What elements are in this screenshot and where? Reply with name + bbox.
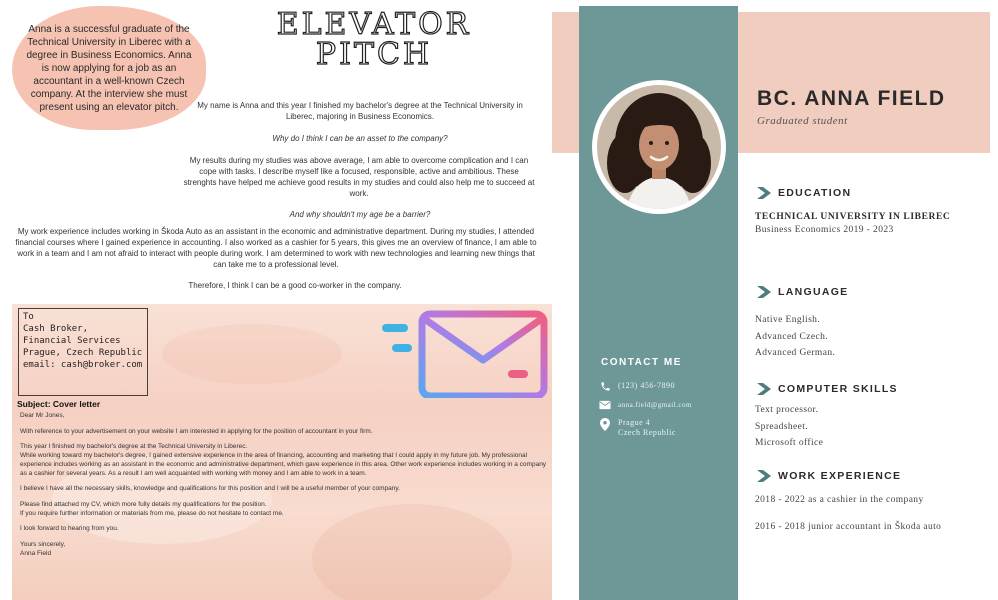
address-recipient: Cash Broker, (23, 324, 89, 334)
skills-list: Text processor. Spreadsheet. Microsoft o… (755, 402, 823, 452)
chevron-right-icon (757, 187, 771, 199)
education-heading-row: EDUCATION (757, 187, 851, 199)
chevron-right-icon (757, 286, 771, 298)
letter-greeting: Dear Mr Jones, (20, 412, 65, 419)
letter-paragraph-2: This year I finished my bachelor's degre… (20, 443, 548, 478)
language-item: Advanced Czech. (755, 331, 828, 342)
envelope-icon (378, 308, 550, 400)
phone-icon (599, 381, 611, 392)
location-pin-icon (599, 418, 611, 431)
contact-heading: CONTACT ME (601, 357, 682, 368)
language-item: Advanced German. (755, 348, 836, 358)
cover-letter-body: Dear Mr Jones, With reference to your ad… (20, 412, 548, 565)
skill-item: Microsoft office (755, 438, 824, 448)
skill-item: Spreadsheet. (755, 421, 809, 432)
contact-address: Prague 4 Czech Republic (618, 418, 676, 438)
pitch-title: ELEVATOR PITCH (262, 7, 486, 72)
contact-phone-row: (123) 456-7890 (599, 381, 675, 392)
intro-text: Anna is a successful graduate of the Tec… (26, 23, 192, 113)
skills-heading-row: COMPUTER SKILLS (757, 383, 898, 395)
letter-paragraph-3: I believe I have all the necessary skill… (20, 485, 400, 493)
cover-letter-section: To Cash Broker, Financial Services Pragu… (12, 304, 552, 600)
letter-closing-block: Yours sincerely, Anna Field (20, 541, 548, 558)
chevron-right-icon (757, 383, 771, 395)
address-city: Prague, Czech Republic (23, 348, 143, 358)
address-email: email: cash@broker.com (23, 360, 143, 370)
contact-address-row: Prague 4 Czech Republic (599, 418, 676, 438)
language-item: Native English. (755, 315, 821, 325)
letter-paragraph-4: Please find attached my CV, which more f… (20, 501, 548, 518)
mail-icon (599, 400, 611, 410)
letter-paragraph-4a: Please find attached my CV, which more f… (20, 500, 267, 508)
chevron-right-icon (757, 470, 771, 482)
address-department: Financial Services (23, 336, 121, 346)
contact-address-line1: Prague 4 (618, 418, 651, 427)
pitch-paragraph-2: My results during my studies was above a… (183, 156, 535, 198)
education-heading: EDUCATION (778, 187, 852, 199)
profile-photo (597, 85, 721, 209)
pitch-question-1: Why do I think I can be an asset to the … (272, 134, 448, 143)
pitch-title-line1: ELEVATOR (276, 7, 472, 42)
cv-subtitle: Graduated student (757, 115, 848, 127)
skill-item: Text processor. (755, 405, 819, 415)
contact-address-line2: Czech Republic (618, 428, 676, 437)
cover-letter-subject: Subject: Cover letter (17, 399, 101, 409)
contact-email[interactable]: anna.field@gmail.com (618, 400, 692, 410)
pitch-paragraph-1: My name is Anna and this year I finished… (197, 101, 523, 121)
recipient-address-box: To Cash Broker, Financial Services Pragu… (18, 308, 148, 396)
letter-paragraph-1: With reference to your advertisement on … (20, 427, 373, 435)
pitch-question-2: And why shouldn't my age be a barrier? (289, 210, 431, 219)
cv-page: BC. ANNA FIELD Graduated student CONTACT… (552, 0, 998, 600)
contact-phone[interactable]: (123) 456-7890 (618, 381, 675, 391)
letter-paragraph-2b: While working toward my bachelor's degre… (20, 452, 547, 477)
intro-callout: Anna is a successful graduate of the Tec… (12, 6, 206, 130)
letter-paragraph-5: I look forward to hearing from you. (20, 525, 119, 533)
skills-heading: COMPUTER SKILLS (778, 383, 898, 395)
pitch-conclusion: Therefore, I think I can be a good co-wo… (188, 281, 402, 290)
elevator-pitch-section: Anna is a successful graduate of the Tec… (0, 0, 552, 300)
education-program: Business Economics 2019 - 2023 (755, 225, 894, 235)
address-to: To (23, 312, 34, 322)
pitch-paragraph-3: My work experience includes working in Š… (15, 227, 537, 269)
work-heading-row: WORK EXPERIENCE (757, 470, 901, 482)
work-item: 2018 - 2022 as a cashier in the company (755, 495, 924, 505)
letter-paragraph-4b: If you require further information or ma… (20, 509, 284, 517)
avatar (592, 80, 726, 214)
contact-email-row: anna.field@gmail.com (599, 400, 692, 410)
letter-closing: Yours sincerely, (20, 541, 66, 549)
language-heading: LANGUAGE (778, 286, 849, 298)
language-list: Native English. Advanced Czech. Advanced… (755, 312, 835, 362)
letter-signature: Anna Field (20, 549, 52, 557)
letter-paragraph-2a: This year I finished my bachelor's degre… (20, 443, 248, 451)
work-item: 2016 - 2018 junior accountant in Škoda a… (755, 522, 942, 532)
pitch-title-line2: PITCH (315, 37, 433, 72)
cv-name: BC. ANNA FIELD (757, 87, 946, 110)
language-heading-row: LANGUAGE (757, 286, 848, 298)
work-heading: WORK EXPERIENCE (778, 470, 902, 482)
